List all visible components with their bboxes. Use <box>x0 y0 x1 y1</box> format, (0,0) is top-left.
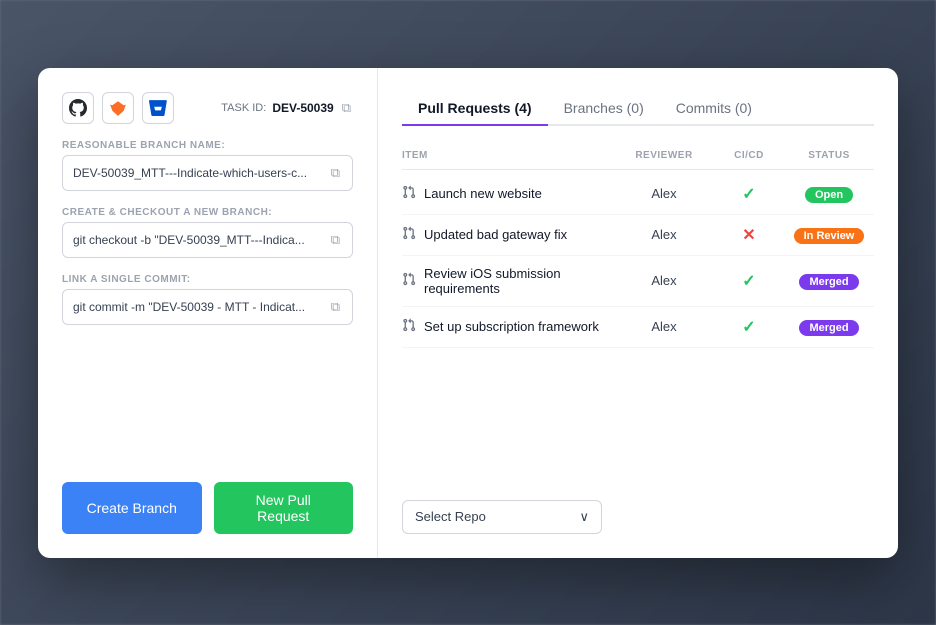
new-pull-request-button[interactable]: New Pull Request <box>214 482 354 534</box>
commit-label: LINK A SINGLE COMMIT: <box>62 274 353 285</box>
reviewer-name: Alex <box>614 186 714 201</box>
row-item-text: Launch new website <box>402 185 614 202</box>
copy-checkout-button[interactable]: ⧉ <box>329 230 342 250</box>
status-badge-cell: Merged <box>784 318 874 336</box>
col-status: STATUS <box>784 150 874 161</box>
status-badge: Open <box>805 187 853 203</box>
tab-commits[interactable]: Commits (0) <box>660 92 768 126</box>
status-badge-cell: In Review <box>784 226 874 244</box>
pr-title: Updated bad gateway fix <box>424 227 567 242</box>
tabs: Pull Requests (4) Branches (0) Commits (… <box>402 92 874 126</box>
table-row: Set up subscription framework Alex ✓ Mer… <box>402 307 874 348</box>
pr-icon <box>402 226 416 243</box>
cicd-status: ✕ <box>714 225 784 245</box>
row-item-text: Updated bad gateway fix <box>402 226 614 243</box>
check-icon: ✓ <box>742 319 755 336</box>
right-panel: Pull Requests (4) Branches (0) Commits (… <box>378 68 898 558</box>
left-panel: TASK ID: DEV-50039 ⧉ REASONABLE BRANCH N… <box>38 68 378 558</box>
branch-name-value: DEV-50039_MTT---Indicate-which-users-c..… <box>73 166 329 180</box>
branch-name-label: REASONABLE BRANCH NAME: <box>62 140 353 151</box>
table-row: Updated bad gateway fix Alex ✕ In Review <box>402 215 874 256</box>
pr-title: Launch new website <box>424 186 542 201</box>
status-badge: Merged <box>799 320 858 336</box>
create-branch-button[interactable]: Create Branch <box>62 482 202 534</box>
commit-value: git commit -m "DEV-50039 - MTT - Indicat… <box>73 300 329 314</box>
check-icon: ✓ <box>742 186 755 203</box>
cicd-status: ✓ <box>714 317 784 337</box>
pr-title: Review iOS submission requirements <box>424 266 614 296</box>
copy-branch-name-button[interactable]: ⧉ <box>329 163 342 183</box>
tab-branches[interactable]: Branches (0) <box>548 92 660 126</box>
check-icon: ✓ <box>742 273 755 290</box>
status-badge: Merged <box>799 274 858 290</box>
tab-pull-requests[interactable]: Pull Requests (4) <box>402 92 548 126</box>
reviewer-name: Alex <box>614 319 714 334</box>
select-repo-label: Select Repo <box>415 509 486 524</box>
reviewer-name: Alex <box>614 227 714 242</box>
reviewer-name: Alex <box>614 273 714 288</box>
task-id-value: DEV-50039 <box>272 101 333 115</box>
col-reviewer: REVIEWER <box>614 150 714 161</box>
right-panel-bottom: Select Repo ∨ <box>402 484 874 534</box>
pr-icon <box>402 318 416 335</box>
bitbucket-icon[interactable] <box>142 92 174 124</box>
cicd-status: ✓ <box>714 184 784 204</box>
col-cicd: CI/CD <box>714 150 784 161</box>
status-badge-cell: Open <box>784 185 874 203</box>
table-row: Review iOS submission requirements Alex … <box>402 256 874 307</box>
gitlab-icon[interactable] <box>102 92 134 124</box>
checkout-value: git checkout -b "DEV-50039_MTT---Indica.… <box>73 233 329 247</box>
branch-name-input[interactable]: DEV-50039_MTT---Indicate-which-users-c..… <box>62 155 353 191</box>
copy-commit-button[interactable]: ⧉ <box>329 297 342 317</box>
status-badge: In Review <box>794 228 865 244</box>
table-row: Launch new website Alex ✓ Open <box>402 174 874 215</box>
branch-name-field-group: REASONABLE BRANCH NAME: DEV-50039_MTT---… <box>62 140 353 191</box>
provider-row: TASK ID: DEV-50039 ⧉ <box>62 92 353 124</box>
status-badge-cell: Merged <box>784 272 874 290</box>
commit-field-group: LINK A SINGLE COMMIT: git commit -m "DEV… <box>62 274 353 325</box>
cicd-status: ✓ <box>714 271 784 291</box>
task-id-label: TASK ID: <box>221 102 266 114</box>
select-repo-dropdown[interactable]: Select Repo ∨ <box>402 500 602 534</box>
row-item-text: Review iOS submission requirements <box>402 266 614 296</box>
task-id-row: TASK ID: DEV-50039 ⧉ <box>221 98 353 118</box>
cross-icon: ✕ <box>742 227 755 244</box>
row-item-text: Set up subscription framework <box>402 318 614 335</box>
pr-title: Set up subscription framework <box>424 319 599 334</box>
checkout-label: CREATE & CHECKOUT A NEW BRANCH: <box>62 207 353 218</box>
provider-icons <box>62 92 174 124</box>
pr-icon <box>402 272 416 289</box>
left-panel-buttons: Create Branch New Pull Request <box>62 482 353 534</box>
main-modal: TASK ID: DEV-50039 ⧉ REASONABLE BRANCH N… <box>38 68 898 558</box>
col-item: ITEM <box>402 150 614 161</box>
github-icon[interactable] <box>62 92 94 124</box>
checkout-input[interactable]: git checkout -b "DEV-50039_MTT---Indica.… <box>62 222 353 258</box>
checkout-field-group: CREATE & CHECKOUT A NEW BRANCH: git chec… <box>62 207 353 258</box>
pull-requests-table: Launch new website Alex ✓ Open Updated b… <box>402 174 874 484</box>
table-header: ITEM REVIEWER CI/CD STATUS <box>402 146 874 170</box>
commit-input[interactable]: git commit -m "DEV-50039 - MTT - Indicat… <box>62 289 353 325</box>
copy-task-id-button[interactable]: ⧉ <box>340 98 353 118</box>
chevron-down-icon: ∨ <box>579 509 589 525</box>
pr-icon <box>402 185 416 202</box>
